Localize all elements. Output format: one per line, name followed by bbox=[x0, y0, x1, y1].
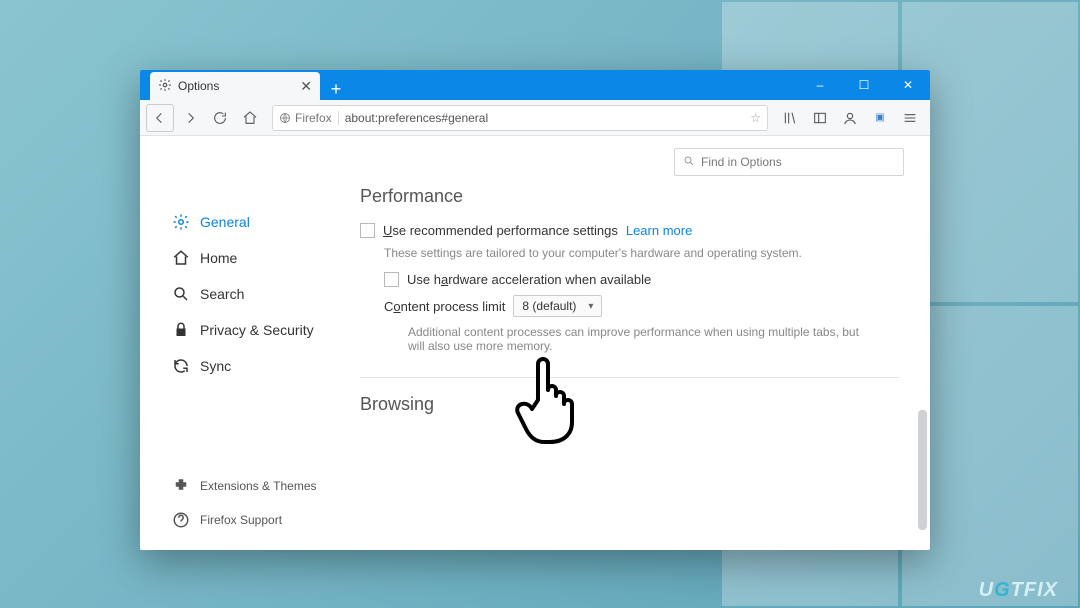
chevron-down-icon: ▾ bbox=[588, 301, 593, 312]
sidebar-item-home[interactable]: Home bbox=[168, 242, 340, 274]
sidebar-item-search[interactable]: Search bbox=[168, 278, 340, 310]
app-menu-button[interactable] bbox=[896, 104, 924, 132]
select-process-limit-value: 8 (default) bbox=[522, 299, 576, 313]
back-button[interactable] bbox=[146, 104, 174, 132]
label-content-process-limit: Content process limit bbox=[384, 299, 505, 314]
vertical-scrollbar[interactable] bbox=[918, 410, 927, 530]
select-process-limit[interactable]: 8 (default) ▾ bbox=[513, 295, 602, 317]
sidebar-label: Sync bbox=[200, 358, 231, 374]
section-title-browsing: Browsing bbox=[360, 394, 900, 415]
section-title-performance: Performance bbox=[360, 186, 900, 207]
firefox-window: Options ✕ + – ☐ ✕ Firefox abo bbox=[140, 70, 930, 550]
sidebar-item-support[interactable]: Firefox Support bbox=[168, 504, 340, 536]
checkbox-hw-accel[interactable] bbox=[384, 272, 399, 287]
bookmark-star-icon[interactable]: ☆ bbox=[750, 111, 761, 125]
sidebar-label: General bbox=[200, 214, 250, 230]
help-text-tailored: These settings are tailored to your comp… bbox=[384, 246, 900, 260]
tab-label: Options bbox=[178, 79, 219, 93]
sidebar-bottom: Extensions & Themes Firefox Support bbox=[168, 470, 340, 540]
window-titlebar: Options ✕ + – ☐ ✕ bbox=[140, 70, 930, 100]
search-icon bbox=[683, 155, 695, 170]
navigation-toolbar: Firefox about:preferences#general ☆ ▣ bbox=[140, 100, 930, 136]
gear-icon bbox=[158, 78, 172, 95]
sidebars-button[interactable] bbox=[806, 104, 834, 132]
extension-indicator-icon[interactable]: ▣ bbox=[866, 104, 894, 132]
sidebar-label: Firefox Support bbox=[200, 513, 282, 527]
close-window-button[interactable]: ✕ bbox=[886, 70, 930, 100]
sidebar-item-sync[interactable]: Sync bbox=[168, 350, 340, 382]
sidebar-item-extensions[interactable]: Extensions & Themes bbox=[168, 470, 340, 502]
help-text-process-limit: Additional content processes can improve… bbox=[408, 325, 868, 353]
url-text: about:preferences#general bbox=[345, 111, 488, 125]
section-divider bbox=[360, 377, 900, 378]
site-identity-label: Firefox bbox=[295, 111, 332, 125]
find-in-options-wrapper: Find in Options bbox=[674, 148, 904, 176]
checkbox-use-recommended[interactable] bbox=[360, 223, 375, 238]
sidebar-label: Extensions & Themes bbox=[200, 479, 317, 493]
sidebar-label: Home bbox=[200, 250, 237, 266]
account-button[interactable] bbox=[836, 104, 864, 132]
search-placeholder: Find in Options bbox=[701, 155, 782, 169]
home-button[interactable] bbox=[236, 104, 264, 132]
window-controls: – ☐ ✕ bbox=[798, 70, 930, 100]
url-bar[interactable]: Firefox about:preferences#general ☆ bbox=[272, 105, 768, 131]
row-content-process-limit: Content process limit 8 (default) ▾ bbox=[384, 295, 900, 317]
reload-button[interactable] bbox=[206, 104, 234, 132]
preferences-main-panel: Performance UUse recommended performance… bbox=[340, 136, 930, 550]
site-identity[interactable]: Firefox bbox=[279, 111, 339, 125]
library-button[interactable] bbox=[776, 104, 804, 132]
preferences-content: Find in Options General Home Search Priv… bbox=[140, 136, 930, 550]
sidebar-item-privacy[interactable]: Privacy & Security bbox=[168, 314, 340, 346]
minimize-button[interactable]: – bbox=[798, 70, 842, 100]
tab-close-icon[interactable]: ✕ bbox=[300, 78, 312, 95]
row-use-recommended: UUse recommended performance settingsse … bbox=[360, 223, 900, 238]
preferences-sidebar: General Home Search Privacy & Security S… bbox=[140, 136, 340, 550]
label-hw-accel[interactable]: Use hardware acceleration when available bbox=[407, 272, 651, 287]
sidebar-label: Privacy & Security bbox=[200, 322, 314, 338]
watermark: UGTFIX bbox=[979, 579, 1058, 602]
tab-strip: Options ✕ + bbox=[140, 70, 798, 100]
sidebar-label: Search bbox=[200, 286, 244, 302]
tab-options[interactable]: Options ✕ bbox=[150, 72, 320, 100]
maximize-button[interactable]: ☐ bbox=[842, 70, 886, 100]
new-tab-button[interactable]: + bbox=[320, 79, 352, 100]
forward-button[interactable] bbox=[176, 104, 204, 132]
sidebar-item-general[interactable]: General bbox=[168, 206, 340, 238]
find-in-options-input[interactable]: Find in Options bbox=[674, 148, 904, 176]
link-learn-more[interactable]: Learn more bbox=[626, 223, 692, 238]
label-use-recommended[interactable]: UUse recommended performance settingsse … bbox=[383, 223, 618, 238]
row-hw-accel: Use hardware acceleration when available bbox=[384, 272, 900, 287]
